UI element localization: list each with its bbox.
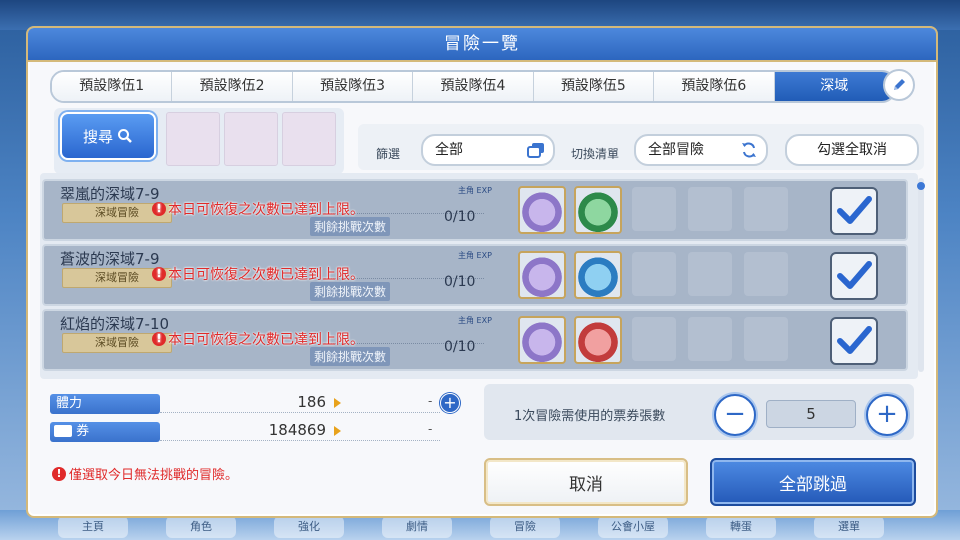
reward-item-icon[interactable] [518, 251, 566, 299]
ticket-icon [54, 424, 72, 437]
row-checkbox[interactable] [830, 252, 878, 300]
remaining-count: 0/10 [444, 209, 476, 225]
scrollbar[interactable] [918, 178, 924, 372]
adventure-row[interactable]: 蒼波的深域7-9 深域冒險 剩餘挑戰次數! 本日可恢復之次數已達到上限。 主角 EXP 0… [42, 244, 908, 306]
filter-value: 全部 [435, 142, 463, 158]
row-checkbox[interactable] [830, 317, 878, 365]
tab-team-5[interactable]: 預設隊伍5 [533, 72, 655, 101]
background-nav-item: 轉蛋 [706, 516, 776, 538]
skip-all-button[interactable]: 全部跳過 [710, 458, 916, 506]
window-icon [527, 143, 544, 158]
search-slot-2[interactable] [224, 112, 278, 166]
edit-team-button[interactable] [883, 69, 915, 101]
arrow-right-icon [334, 426, 341, 436]
background-nav-item: 公會小屋 [598, 516, 668, 538]
tab-deep-domain[interactable]: 深域 [774, 72, 894, 101]
note-text: ! 僅選取今日無法挑戰的冒險。 [52, 464, 238, 483]
reward-slot-empty [688, 252, 732, 296]
ticket-label: 券 [50, 422, 160, 442]
switch-list-dropdown[interactable]: 全部冒險 [634, 134, 768, 166]
switch-list-label: 切換清單 [571, 147, 620, 161]
reward-slot-empty [744, 187, 788, 231]
background-nav-item: 冒險 [490, 516, 560, 538]
search-button[interactable]: 搜尋 [60, 112, 156, 160]
filter-dropdown[interactable]: 全部 [421, 134, 555, 166]
arrow-right-icon [334, 398, 341, 408]
background-nav-item: 角色 [166, 516, 236, 538]
background-nav-item: 劇情 [382, 516, 452, 538]
scrollbar-thumb[interactable] [917, 182, 925, 190]
remaining-challenges-label: 剩餘挑戰次數 [310, 347, 391, 366]
cancel-button[interactable]: 取消 [484, 458, 688, 506]
background-nav-item: 強化 [274, 516, 344, 538]
reward-slot-empty [688, 317, 732, 361]
reward-item-icon[interactable] [574, 251, 622, 299]
reward-slot-empty [632, 187, 676, 231]
search-label: 搜尋 [82, 127, 113, 146]
background-nav-item: 主頁 [58, 516, 128, 538]
checkmark-icon [837, 326, 872, 354]
limit-warning: ! 本日可恢復之次數已達到上限。 [152, 264, 364, 284]
stamina-after: - [428, 394, 433, 408]
remaining-challenges-label: 剩餘挑戰次數 [310, 282, 391, 301]
search-icon [118, 129, 132, 143]
exp-up-icon: 主角 EXP [458, 251, 492, 260]
tab-team-2[interactable]: 預設隊伍2 [172, 72, 293, 101]
stamina-value: 186 [297, 393, 326, 411]
reward-item-icon[interactable] [518, 186, 566, 234]
remaining-count: 0/10 [444, 339, 476, 355]
refresh-icon [742, 142, 756, 158]
add-stamina-button[interactable]: + [440, 393, 460, 413]
reward-slot-empty [744, 317, 788, 361]
tab-team-3[interactable]: 預設隊伍3 [292, 72, 414, 101]
tab-team-1[interactable]: 預設隊伍1 [52, 72, 173, 101]
increase-button[interactable]: + [866, 394, 908, 436]
ticket-divider [160, 440, 440, 441]
alert-icon: ! [152, 332, 166, 346]
background-nav-item: 選單 [814, 516, 884, 538]
search-slot-1[interactable] [166, 112, 220, 166]
reward-item-icon[interactable] [518, 316, 566, 364]
ticket-value: 184869 [268, 421, 326, 439]
adventure-list: 翠嵐的深域7-9 深域冒險 剩餘挑戰次數! 本日可恢復之次數已達到上限。 主角 EXP 0… [40, 173, 918, 379]
alert-icon: ! [152, 202, 166, 216]
deselect-all-button[interactable]: 勾選全取消 [785, 134, 919, 166]
dialog-title: 冒險一覽 [28, 28, 936, 62]
tab-team-4[interactable]: 預設隊伍4 [413, 72, 534, 101]
row-checkbox[interactable] [830, 187, 878, 235]
limit-warning: ! 本日可恢復之次數已達到上限。 [152, 199, 364, 219]
remaining-challenges-label: 剩餘挑戰次數 [310, 217, 391, 236]
alert-icon: ! [152, 267, 166, 281]
adventure-row[interactable]: 紅焰的深域7-10 深域冒險 剩餘挑戰次數! 本日可恢復之次數已達到上限。 主角 EXP… [42, 309, 908, 371]
reward-item-icon[interactable] [574, 186, 622, 234]
exp-up-icon: 主角 EXP [458, 316, 492, 325]
team-tabs: 預設隊伍1 預設隊伍2 預設隊伍3 預設隊伍4 預設隊伍5 預設隊伍6 深域 [50, 70, 896, 103]
exp-up-icon: 主角 EXP [458, 186, 492, 195]
adventure-list-dialog: 冒險一覽 預設隊伍1 預設隊伍2 預設隊伍3 預設隊伍4 預設隊伍5 預設隊伍6… [26, 26, 938, 518]
adventure-name: 蒼波的深域7-9 [60, 250, 160, 268]
adventure-name: 翠嵐的深域7-9 [60, 185, 160, 203]
alert-icon: ! [52, 466, 66, 481]
checkmark-icon [837, 261, 872, 289]
adventure-row[interactable]: 翠嵐的深域7-9 深域冒險 剩餘挑戰次數! 本日可恢復之次數已達到上限。 主角 EXP 0… [42, 179, 908, 241]
checkmark-icon [837, 196, 872, 224]
reward-slot-empty [632, 252, 676, 296]
ticket-use-label: 1次冒險需使用的票券張數 [514, 409, 666, 424]
stamina-divider [160, 412, 440, 413]
reward-item-icon[interactable] [574, 316, 622, 364]
reward-slot-empty [744, 252, 788, 296]
filter-label: 篩選 [376, 147, 401, 161]
switch-list-value: 全部冒險 [648, 142, 704, 158]
search-slot-3[interactable] [282, 112, 336, 166]
reward-slot-empty [632, 317, 676, 361]
ticket-after: - [428, 422, 433, 436]
remaining-count: 0/10 [444, 274, 476, 290]
limit-warning: ! 本日可恢復之次數已達到上限。 [152, 329, 364, 349]
tab-team-6[interactable]: 預設隊伍6 [654, 72, 775, 101]
stamina-label: 體力 [50, 394, 160, 414]
ticket-count: 5 [766, 400, 856, 428]
pencil-icon [894, 79, 905, 90]
decrease-button[interactable]: − [714, 394, 756, 436]
reward-slot-empty [688, 187, 732, 231]
